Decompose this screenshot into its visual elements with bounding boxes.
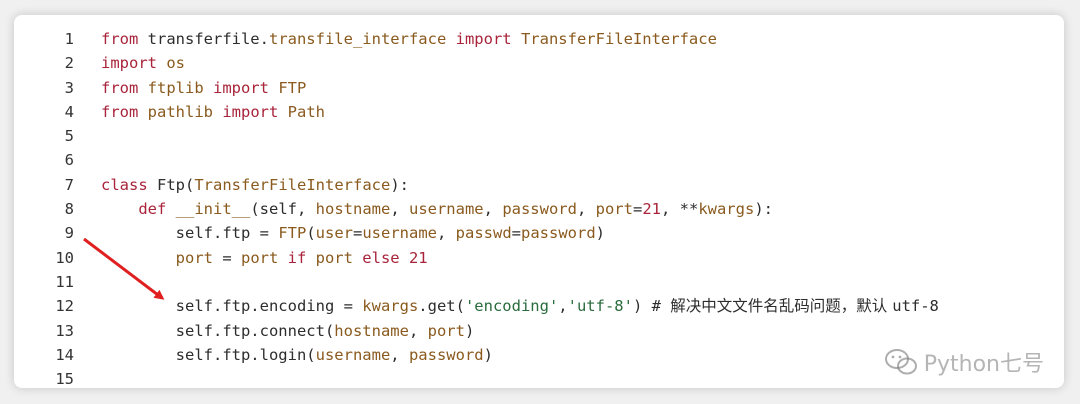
code-viewer: 1 from transferfile.transfile_interface i… (14, 15, 1064, 388)
watermark: Python七号 (884, 346, 1044, 378)
red-arrow-annotation (83, 237, 165, 300)
wechat-icon (884, 349, 917, 375)
watermark-text: Python七号 (923, 352, 1044, 377)
